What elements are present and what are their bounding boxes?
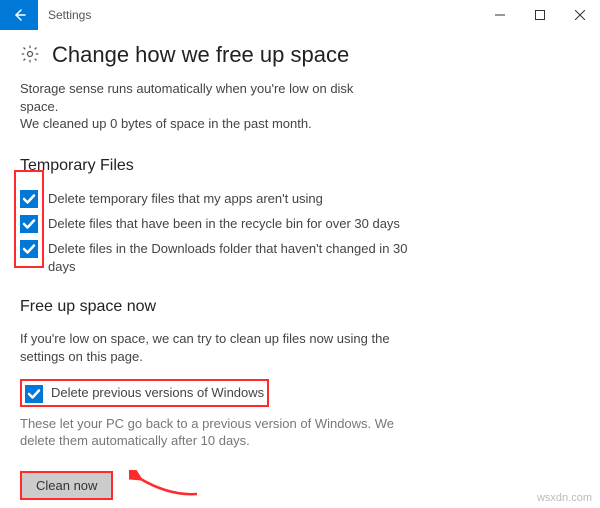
option-label: Delete previous versions of Windows xyxy=(51,383,264,402)
free-up-space-section: Free up space now If you're low on space… xyxy=(20,298,580,500)
free-up-description: If you're low on space, we can try to cl… xyxy=(20,330,390,365)
previous-windows-note: These let your PC go back to a previous … xyxy=(20,415,420,450)
close-button[interactable] xyxy=(560,0,600,30)
minimize-button[interactable] xyxy=(480,0,520,30)
window-title: Settings xyxy=(38,0,480,30)
arrow-left-icon xyxy=(11,7,27,23)
maximize-button[interactable] xyxy=(520,0,560,30)
option-delete-downloads[interactable]: Delete files in the Downloads folder tha… xyxy=(20,239,420,276)
option-delete-previous-windows[interactable]: Delete previous versions of Windows xyxy=(20,379,269,406)
option-label: Delete files in the Downloads folder tha… xyxy=(48,239,420,276)
window-controls xyxy=(480,0,600,30)
gear-icon xyxy=(20,44,40,67)
minimize-icon xyxy=(495,10,505,20)
clean-now-button[interactable]: Clean now xyxy=(20,471,113,500)
option-label: Delete temporary files that my apps aren… xyxy=(48,189,323,208)
option-label: Delete files that have been in the recyc… xyxy=(48,214,400,233)
option-delete-temp-files[interactable]: Delete temporary files that my apps aren… xyxy=(20,189,420,208)
button-row: Clean now xyxy=(20,470,580,501)
checkbox-checked-icon xyxy=(20,215,38,233)
titlebar: Settings xyxy=(0,0,600,30)
checkbox-checked-icon xyxy=(20,190,38,208)
temporary-files-heading: Temporary Files xyxy=(20,157,580,175)
content-area: Change how we free up space Storage sens… xyxy=(0,30,600,501)
annotation-arrow-icon xyxy=(129,470,199,501)
storage-summary: Storage sense runs automatically when yo… xyxy=(20,80,390,133)
checkbox-checked-icon xyxy=(20,240,38,258)
checkbox-checked-icon xyxy=(25,385,43,403)
summary-line-2: We cleaned up 0 bytes of space in the pa… xyxy=(20,116,312,131)
free-up-heading: Free up space now xyxy=(20,298,580,316)
page-title: Change how we free up space xyxy=(52,42,349,68)
option-delete-recycle-bin[interactable]: Delete files that have been in the recyc… xyxy=(20,214,420,233)
summary-line-1: Storage sense runs automatically when yo… xyxy=(20,81,353,114)
back-button[interactable] xyxy=(0,0,38,30)
watermark: wsxdn.com xyxy=(537,492,592,504)
maximize-icon xyxy=(535,10,545,20)
page-header: Change how we free up space xyxy=(20,42,580,68)
close-icon xyxy=(575,10,585,20)
